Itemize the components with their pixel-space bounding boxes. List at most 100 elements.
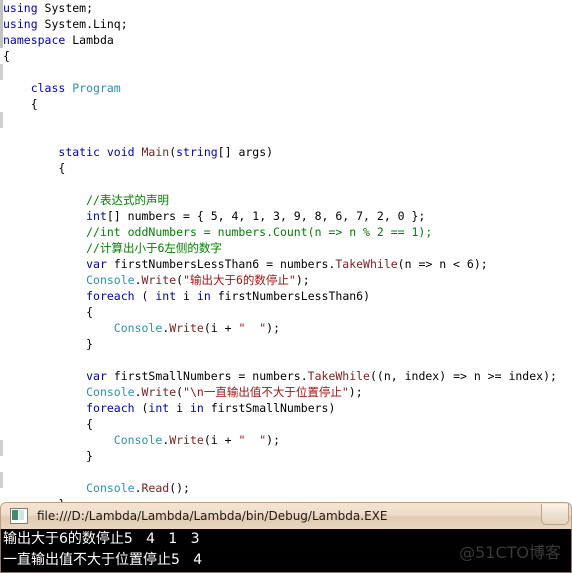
code-token: firstNumbersLessThan6) bbox=[210, 289, 371, 303]
code-token: ((n, index) => n >= index); bbox=[369, 369, 557, 383]
console-titlebar[interactable]: file:///D:/Lambda/Lambda/Lambda/bin/Debu… bbox=[0, 502, 572, 529]
code-line[interactable]: var firstNumbersLessThan6 = numbers.Take… bbox=[3, 256, 572, 272]
code-token: firstNumbersLessThan6 = numbers. bbox=[106, 257, 336, 271]
code-token: . bbox=[134, 481, 142, 495]
code-line[interactable]: { bbox=[3, 48, 572, 64]
code-token: { bbox=[30, 97, 38, 111]
code-line[interactable]: //表达式的声明 bbox=[3, 192, 572, 208]
console-app-icon bbox=[10, 508, 28, 524]
code-token: Write bbox=[141, 385, 177, 399]
code-token: foreach bbox=[86, 289, 135, 303]
code-token: (i + bbox=[203, 433, 239, 447]
code-token: //int oddNumbers = numbers.Count(n => n … bbox=[86, 225, 433, 239]
code-token: ); bbox=[266, 433, 280, 447]
code-line[interactable] bbox=[3, 112, 572, 128]
code-token: (n => n < 6); bbox=[397, 257, 488, 271]
code-token: Read bbox=[141, 481, 170, 495]
code-line[interactable]: namespace Lambda bbox=[3, 32, 572, 48]
code-token: using bbox=[3, 1, 45, 15]
code-token: i bbox=[176, 289, 197, 303]
console-window-buttons[interactable] bbox=[541, 504, 569, 525]
code-token: var bbox=[86, 257, 107, 271]
code-token: TakeWhile bbox=[335, 257, 398, 271]
code-line[interactable]: using System; bbox=[3, 0, 572, 16]
code-line[interactable]: int[] numbers = { 5, 4, 1, 3, 9, 8, 6, 7… bbox=[3, 208, 572, 224]
code-token: System bbox=[44, 1, 87, 15]
code-line[interactable]: static void Main(string[] args) bbox=[3, 144, 572, 160]
code-token: ( bbox=[134, 289, 156, 303]
watermark-label: @51CTO博客 bbox=[459, 543, 561, 562]
code-token: Lambda bbox=[72, 33, 114, 47]
code-line[interactable]: { bbox=[3, 96, 572, 112]
code-line[interactable]: { bbox=[3, 416, 572, 432]
code-line[interactable]: Console.Write(i + " "); bbox=[3, 320, 572, 336]
code-token: firstSmallNumbers = numbers. bbox=[106, 369, 308, 383]
console-title-text: file:///D:/Lambda/Lambda/Lambda/bin/Debu… bbox=[37, 509, 388, 523]
code-line[interactable]: //计算出小于6左侧的数字 bbox=[3, 240, 572, 256]
code-token: using bbox=[3, 17, 45, 31]
code-token: "输出大于6的数停止" bbox=[183, 273, 296, 287]
code-token: ; bbox=[86, 1, 94, 15]
code-line[interactable]: foreach (int i in firstSmallNumbers) bbox=[3, 400, 572, 416]
code-token: [] args) bbox=[217, 145, 274, 159]
code-editor[interactable]: using System; using System.Linq; namespace… bbox=[0, 0, 572, 502]
code-token: int bbox=[148, 401, 170, 415]
code-token: ( bbox=[134, 401, 149, 415]
code-token: . bbox=[134, 385, 142, 399]
code-token: foreach bbox=[86, 401, 135, 415]
code-line[interactable]: var firstSmallNumbers = numbers.TakeWhil… bbox=[3, 368, 572, 384]
restore-button[interactable] bbox=[541, 504, 569, 525]
code-token: Program bbox=[72, 81, 121, 95]
code-token: ); bbox=[348, 385, 363, 399]
code-line[interactable] bbox=[3, 64, 572, 80]
code-line[interactable]: Console.Write("输出大于6的数停止"); bbox=[3, 272, 572, 288]
code-line[interactable]: Console.Read(); bbox=[3, 480, 572, 496]
code-line[interactable] bbox=[3, 352, 572, 368]
code-line[interactable]: //int oddNumbers = numbers.Count(n => n … bbox=[3, 224, 572, 240]
code-line[interactable]: { bbox=[3, 304, 572, 320]
code-token: int bbox=[86, 209, 107, 223]
code-text-area[interactable]: using System; using System.Linq; namespace… bbox=[3, 0, 572, 502]
code-token: Write bbox=[169, 321, 204, 335]
code-line[interactable] bbox=[3, 464, 572, 480]
console-window[interactable]: file:///D:/Lambda/Lambda/Lambda/bin/Debu… bbox=[0, 502, 572, 573]
code-line[interactable]: using System.Linq; bbox=[3, 16, 572, 32]
code-line[interactable]: class Program bbox=[3, 80, 572, 96]
code-line[interactable]: foreach ( int i in firstNumbersLessThan6… bbox=[3, 288, 572, 304]
code-line[interactable] bbox=[3, 128, 572, 144]
code-token: namespace bbox=[3, 33, 73, 47]
code-token: string bbox=[176, 145, 218, 159]
code-token: firstSmallNumbers) bbox=[203, 401, 336, 415]
code-token: i bbox=[169, 401, 190, 415]
code-token: (i + bbox=[203, 321, 239, 335]
code-token: in bbox=[196, 289, 211, 303]
code-token: Console bbox=[86, 273, 135, 287]
console-output-area[interactable]: 输出大于6的数停止5 4 1 3 一直输出值不大于位置停止5 4 @51CTO博… bbox=[0, 529, 572, 573]
code-line[interactable]: { bbox=[3, 160, 572, 176]
code-token: " " bbox=[238, 321, 267, 335]
code-token: [] numbers = { 5, 4, 1, 3, 9, 8, 6, 7, 2… bbox=[106, 209, 426, 223]
code-line[interactable]: } bbox=[3, 448, 572, 464]
code-token: TakeWhile bbox=[307, 369, 370, 383]
code-token: . bbox=[134, 273, 142, 287]
code-line[interactable]: } bbox=[3, 336, 572, 352]
code-token: Main bbox=[141, 145, 170, 159]
code-token: ); bbox=[266, 321, 280, 335]
code-token: "\n一直输出值不大于位置停止" bbox=[183, 385, 349, 399]
code-token: Console bbox=[86, 481, 135, 495]
code-line[interactable]: Console.Write(i + " "); bbox=[3, 432, 572, 448]
code-line[interactable] bbox=[3, 176, 572, 192]
code-token: static void bbox=[58, 145, 142, 159]
code-line[interactable]: Console.Write("\n一直输出值不大于位置停止"); bbox=[3, 384, 572, 400]
